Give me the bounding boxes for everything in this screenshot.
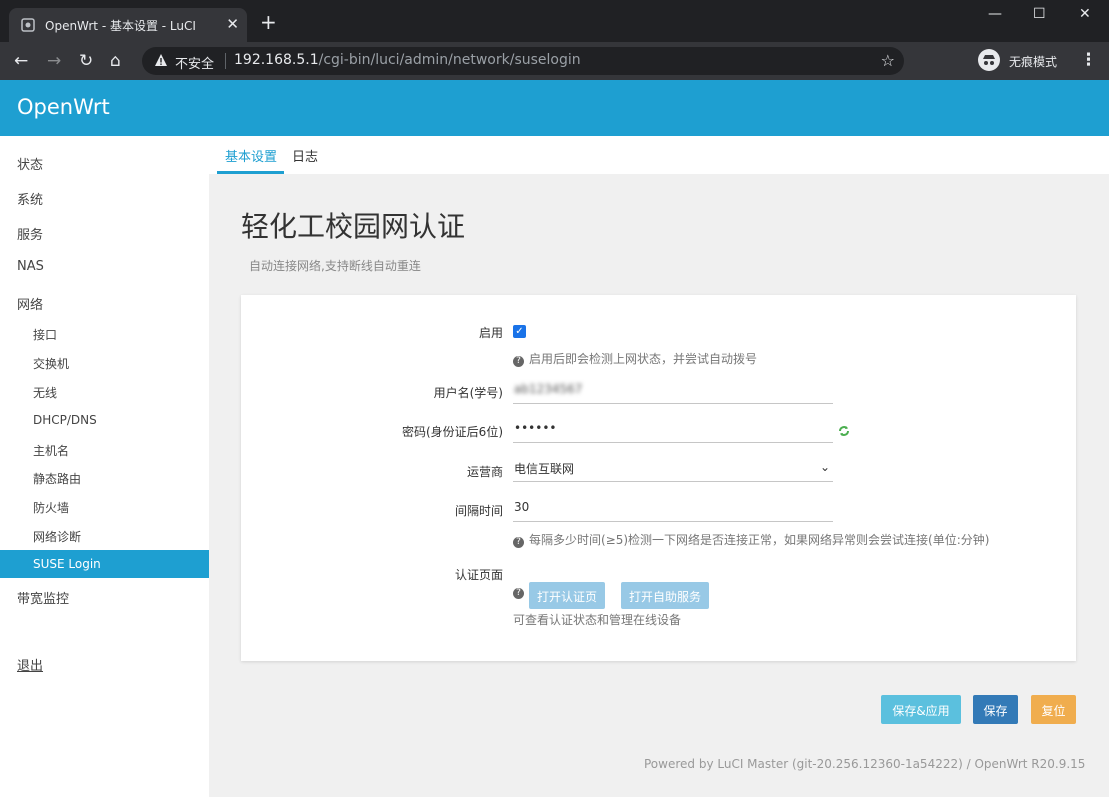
- sidebar-item-firewall[interactable]: 防火墙: [33, 499, 69, 516]
- minimize-icon[interactable]: —: [988, 6, 1002, 22]
- openwrt-favicon-icon: [21, 18, 35, 32]
- auth-page-help: 可查看认证状态和管理在线设备: [513, 613, 682, 627]
- enable-checkbox[interactable]: ✓: [513, 325, 526, 338]
- warning-icon: [155, 54, 167, 66]
- sidebar-item-nas[interactable]: NAS: [17, 259, 44, 274]
- sidebar-item-network[interactable]: 网络: [17, 294, 43, 313]
- browser-toolbar: ← → ↻ ⌂ 不安全 192.168.5.1/cgi-bin/luci/adm…: [0, 42, 1109, 113]
- sidebar: 状态 系统 服务 NAS 网络 接口 交换机 无线 DHCP/DNS 主机名 静…: [0, 136, 209, 797]
- logout-link[interactable]: 退出: [17, 655, 43, 674]
- luci-page: OpenWrt 状态 系统 服务 NAS 网络 接口 交换机 无线 DHCP/D…: [0, 80, 1109, 797]
- interval-help: ? 每隔多少时间(≥5)检测一下网络是否连接正常，如果网络异常则会尝试连接(单位:…: [513, 531, 989, 548]
- open-self-service-button[interactable]: 打开自助服务: [621, 582, 710, 609]
- sidebar-item-system[interactable]: 系统: [17, 189, 43, 208]
- header-bar: OpenWrt: [0, 80, 1109, 136]
- sidebar-item-wireless[interactable]: 无线: [33, 384, 57, 401]
- sidebar-item-dhcp-dns[interactable]: DHCP/DNS: [33, 413, 97, 427]
- sidebar-item-status[interactable]: 状态: [17, 154, 43, 173]
- sidebar-item-suse-login[interactable]: SUSE Login: [0, 550, 209, 578]
- enable-help-text: 启用后即会检测上网状态，并尝试自动拨号: [529, 352, 758, 366]
- help-icon: ?: [513, 537, 524, 548]
- username-input[interactable]: ab1234567: [513, 378, 833, 404]
- tab-title: OpenWrt - 基本设置 - LuCI: [45, 19, 196, 33]
- enable-help: ? 启用后即会检测上网状态，并尝试自动拨号: [513, 350, 757, 367]
- sidebar-item-services[interactable]: 服务: [17, 224, 43, 243]
- incognito-icon: [978, 49, 1000, 71]
- forward-icon[interactable]: →: [47, 51, 61, 71]
- interval-help-text: 每隔多少时间(≥5)检测一下网络是否连接正常，如果网络异常则会尝试连接(单位:分…: [529, 533, 990, 547]
- settings-panel: 启用 ✓ ? 启用后即会检测上网状态，并尝试自动拨号 用户名(学号) ab1234…: [241, 295, 1076, 661]
- help-icon: ?: [513, 588, 524, 599]
- reset-button[interactable]: 复位: [1031, 695, 1076, 724]
- bookmark-star-icon[interactable]: ☆: [881, 51, 895, 70]
- browser-tab[interactable]: OpenWrt - 基本设置 - LuCI ✕: [9, 8, 247, 42]
- url-path: /cgi-bin/luci/admin/network/suselogin: [318, 52, 581, 68]
- active-tab-underline: [217, 171, 284, 174]
- insecure-label: 不安全: [175, 57, 215, 72]
- window-close-icon[interactable]: ✕: [1079, 6, 1091, 22]
- username-value: ab1234567: [514, 382, 583, 396]
- sidebar-item-switch[interactable]: 交换机: [33, 355, 69, 372]
- url-text[interactable]: 192.168.5.1/cgi-bin/luci/admin/network/s…: [234, 52, 581, 68]
- reveal-password-icon[interactable]: [837, 424, 851, 438]
- url-host: 192.168.5.1: [234, 52, 319, 68]
- password-label: 密码(身份证后6位): [402, 425, 503, 439]
- omnibox-separator: [225, 53, 226, 69]
- isp-value: 电信互联网: [514, 462, 575, 476]
- page-title: 轻化工校园网认证: [241, 210, 466, 243]
- brand-logo[interactable]: OpenWrt: [17, 95, 110, 119]
- new-tab-icon[interactable]: +: [260, 12, 277, 32]
- address-bar[interactable]: 不安全 192.168.5.1/cgi-bin/luci/admin/netwo…: [142, 47, 904, 75]
- tab-log[interactable]: 日志: [292, 146, 318, 165]
- auth-page-label: 认证页面: [454, 568, 503, 582]
- page-description: 自动连接网络,支持断线自动重连: [249, 259, 421, 273]
- tab-close-icon[interactable]: ✕: [226, 15, 239, 33]
- footer-text: Powered by LuCI Master (git-20.256.12360…: [644, 757, 1086, 771]
- chevron-down-icon: ⌄: [819, 460, 830, 474]
- password-input[interactable]: ••••••: [513, 417, 833, 443]
- interval-label: 间隔时间: [454, 504, 503, 518]
- enable-label: 启用: [478, 326, 503, 340]
- sidebar-item-diagnostics[interactable]: 网络诊断: [33, 528, 81, 545]
- username-label: 用户名(学号): [433, 386, 503, 400]
- open-auth-page-button[interactable]: 打开认证页: [529, 582, 606, 609]
- home-icon[interactable]: ⌂: [110, 51, 121, 71]
- interval-input[interactable]: 30: [513, 496, 833, 522]
- interval-value: 30: [514, 500, 530, 514]
- maximize-icon[interactable]: ☐: [1033, 6, 1046, 22]
- sidebar-item-hostnames[interactable]: 主机名: [33, 442, 69, 459]
- save-apply-button[interactable]: 保存&应用: [881, 695, 961, 724]
- sidebar-item-static-routes[interactable]: 静态路由: [33, 470, 81, 487]
- sidebar-item-interfaces[interactable]: 接口: [33, 326, 57, 343]
- back-icon[interactable]: ←: [14, 51, 28, 71]
- help-icon: ?: [513, 356, 524, 367]
- incognito-indicator[interactable]: 无痕模式: [978, 49, 1066, 71]
- sidebar-item-bandwidth[interactable]: 带宽监控: [17, 588, 69, 607]
- isp-label: 运营商: [466, 465, 503, 479]
- save-button[interactable]: 保存: [973, 695, 1018, 724]
- password-value: ••••••: [514, 421, 557, 435]
- incognito-label: 无痕模式: [1009, 55, 1058, 69]
- isp-select[interactable]: 电信互联网 ⌄: [513, 456, 833, 482]
- reload-icon[interactable]: ↻: [79, 51, 93, 71]
- browser-titlebar: OpenWrt - 基本设置 - LuCI ✕ + — ☐ ✕: [0, 0, 1109, 42]
- tab-basic-settings[interactable]: 基本设置: [225, 146, 277, 165]
- content-tabs: 基本设置 日志: [209, 136, 1109, 174]
- browser-menu-icon[interactable]: ⋮: [1080, 50, 1097, 70]
